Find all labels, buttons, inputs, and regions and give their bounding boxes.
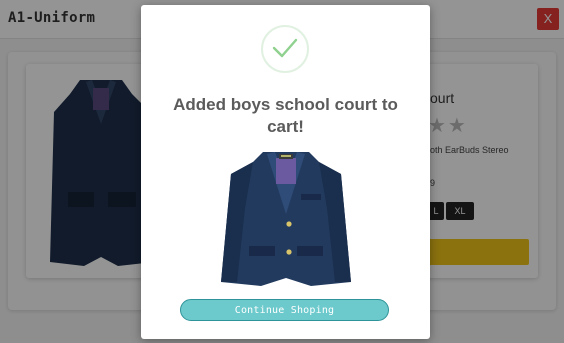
add-to-cart-button[interactable] <box>428 239 529 265</box>
size-option-l[interactable]: L <box>428 202 444 220</box>
background-product-image <box>50 80 154 266</box>
success-badge <box>261 25 309 73</box>
close-button[interactable]: X <box>537 8 559 30</box>
brand-logo: A1-Uniform <box>8 10 96 26</box>
check-icon <box>272 38 298 58</box>
continue-shopping-button[interactable]: Continue Shoping <box>180 299 389 321</box>
product-image <box>221 152 351 286</box>
rating-stars: ★★ <box>428 115 468 137</box>
product-description: oth EarBuds Stereo <box>430 145 509 155</box>
modal-title: Added boys school court to cart! <box>173 95 398 136</box>
size-option-xl[interactable]: XL <box>446 202 474 220</box>
product-price: 9 <box>430 178 436 188</box>
added-to-cart-modal: Added boys school court to cart! Continu… <box>141 5 430 339</box>
product-name: ourt <box>430 90 455 106</box>
